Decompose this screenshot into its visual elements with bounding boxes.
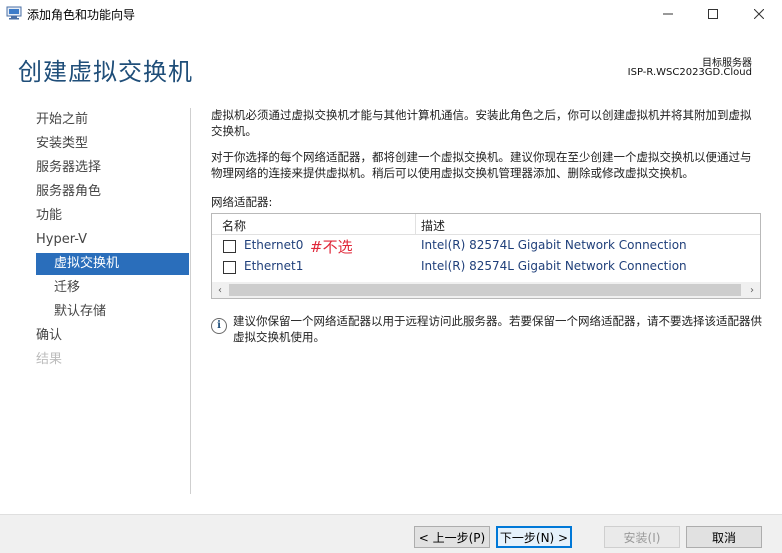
page-title: 创建虚拟交换机 xyxy=(18,58,193,86)
window-title: 添加角色和功能向导 xyxy=(27,8,136,22)
nav-divider xyxy=(190,108,191,494)
install-button: 安装(I) xyxy=(604,526,680,548)
adapter-name: Ethernet0 xyxy=(244,238,304,252)
nav-item-default-stores[interactable]: 默认存储 xyxy=(54,301,106,323)
cancel-button[interactable]: 取消 xyxy=(686,526,762,548)
info-icon: i xyxy=(211,318,227,334)
close-icon xyxy=(754,9,764,19)
wizard-header: 创建虚拟交换机 目标服务器 ISP-R.WSC2023GD.Cloud xyxy=(0,28,782,98)
close-button[interactable] xyxy=(736,0,782,28)
nav-item-results: 结果 xyxy=(36,352,63,367)
nav-item-server-roles[interactable]: 服务器角色 xyxy=(36,181,101,203)
nav-item-hyper-v[interactable]: Hyper-V xyxy=(36,229,87,251)
title-bar: 添加角色和功能向导 xyxy=(0,0,782,28)
column-header-name[interactable]: 名称 xyxy=(222,217,246,234)
network-adapters-label: 网络适配器: xyxy=(211,195,273,209)
adapter-description: Intel(R) 82574L Gigabit Network Connecti… xyxy=(421,238,687,252)
adapter-name: Ethernet1 xyxy=(244,259,304,273)
nav-item-before-you-begin[interactable]: 开始之前 xyxy=(36,109,88,131)
intro-paragraph-2: 对于你选择的每个网络适配器，都将创建一个虚拟交换机。建议你现在至少创建一个虚拟交… xyxy=(211,150,752,180)
network-adapters-list[interactable]: 名称 描述 Ethernet0 #不选 Intel(R) 82574L Giga… xyxy=(211,213,761,299)
column-separator[interactable] xyxy=(415,214,416,234)
previous-button[interactable]: < 上一步(P) xyxy=(414,526,490,548)
maximize-icon xyxy=(708,9,718,19)
adapter-row-ethernet1[interactable]: Ethernet1 Intel(R) 82574L Gigabit Networ… xyxy=(212,257,760,277)
handwritten-annotation: #不选 xyxy=(310,238,353,256)
list-header: 名称 描述 xyxy=(212,214,760,235)
nav-item-server-selection[interactable]: 服务器选择 xyxy=(36,157,101,179)
adapter-checkbox-ethernet1[interactable] xyxy=(223,261,236,274)
nav-item-virtual-switches[interactable]: 虚拟交换机 xyxy=(36,253,189,275)
nav-item-migration[interactable]: 迁移 xyxy=(54,277,80,299)
adapter-checkbox-ethernet0[interactable] xyxy=(223,240,236,253)
scrollbar-thumb[interactable] xyxy=(229,284,741,296)
nav-item-features[interactable]: 功能 xyxy=(36,205,62,227)
column-header-description[interactable]: 描述 xyxy=(421,217,445,234)
intro-paragraph-1: 虚拟机必须通过虚拟交换机才能与其他计算机通信。安装此角色之后，你可以创建虚拟机并… xyxy=(211,108,752,138)
minimize-button[interactable] xyxy=(645,0,691,28)
wizard-footer: < 上一步(P) 下一步(N) > 安装(I) 取消 xyxy=(0,514,782,553)
nav-item-confirmation[interactable]: 确认 xyxy=(36,325,62,347)
next-button[interactable]: 下一步(N) > xyxy=(496,526,572,548)
adapter-description: Intel(R) 82574L Gigabit Network Connecti… xyxy=(421,259,687,273)
maximize-button[interactable] xyxy=(690,0,736,28)
nav-item-installation-type[interactable]: 安装类型 xyxy=(36,133,88,155)
adapter-row-ethernet0[interactable]: Ethernet0 #不选 Intel(R) 82574L Gigabit Ne… xyxy=(212,236,760,256)
scroll-left-icon[interactable]: ‹ xyxy=(212,282,228,298)
server-manager-icon xyxy=(6,6,22,20)
minimize-icon xyxy=(663,13,673,15)
target-server-value: ISP-R.WSC2023GD.Cloud xyxy=(627,67,752,78)
scroll-right-icon[interactable]: › xyxy=(744,282,760,298)
horizontal-scrollbar[interactable]: ‹ › xyxy=(212,282,760,298)
info-text: 建议你保留一个网络适配器以用于远程访问此服务器。若要保留一个网络适配器，请不要选… xyxy=(233,314,762,344)
